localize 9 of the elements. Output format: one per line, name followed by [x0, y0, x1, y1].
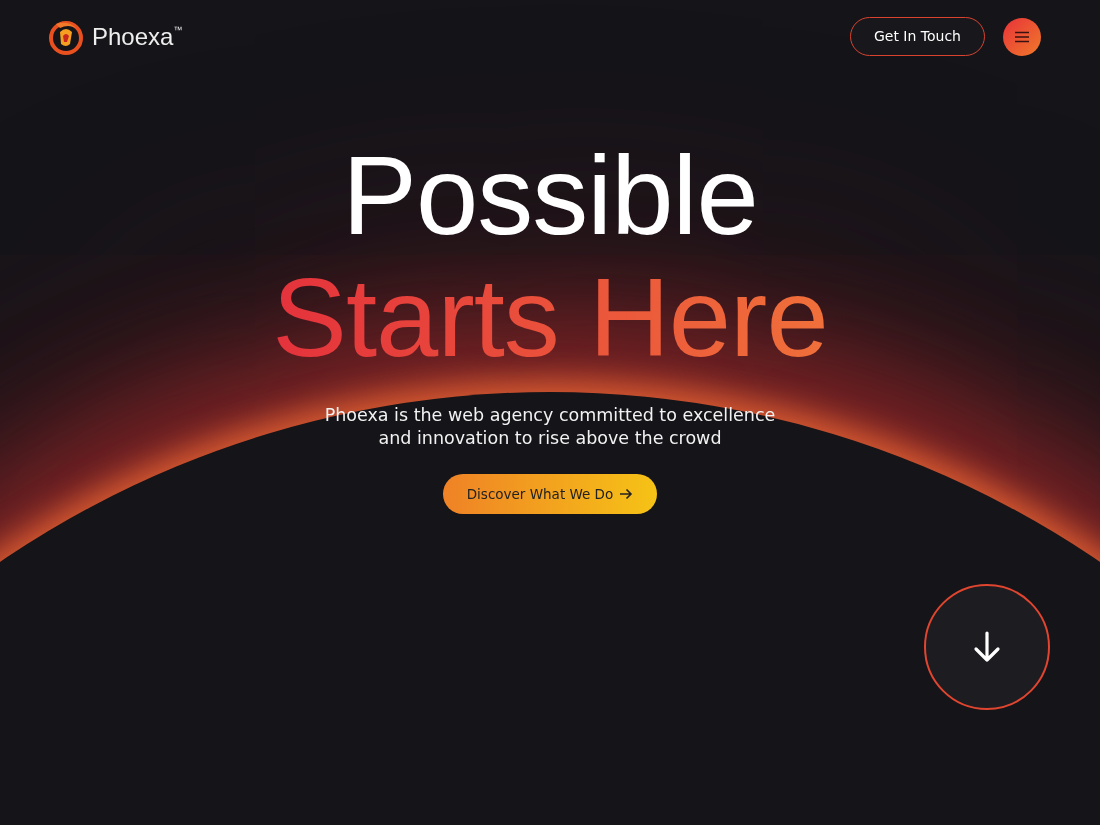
menu-icon [1014, 30, 1030, 43]
tagline-text: Phoexa is the web agency committed to excellence and innovation to rise above the crowd [324, 404, 776, 450]
headline-text: Possible [342, 140, 758, 252]
get-in-touch-button[interactable]: Get In Touch [849, 17, 985, 56]
menu-button[interactable] [1003, 17, 1041, 56]
brand-name[interactable]: Phoexa$^{™}$ [92, 18, 183, 55]
arrow-right-icon [619, 488, 634, 501]
arrow-down-icon [972, 631, 1002, 663]
discover-button[interactable]: Discover What We Do [442, 474, 658, 515]
